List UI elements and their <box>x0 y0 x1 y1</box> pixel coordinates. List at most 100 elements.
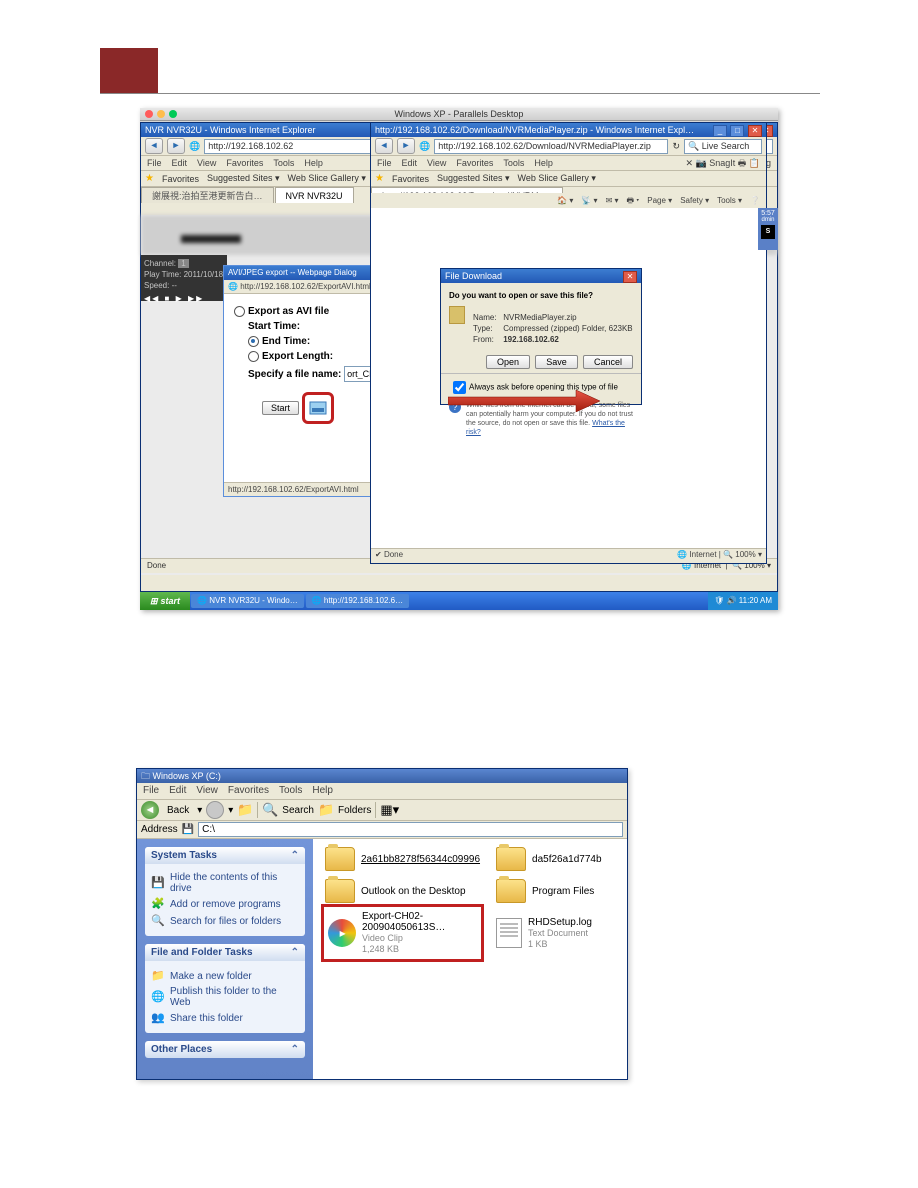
search-button[interactable]: Search <box>282 805 314 816</box>
address-label: Address <box>141 824 178 835</box>
menu-help[interactable]: Help <box>312 783 333 799</box>
export-video-file[interactable]: Export-CH02-200904050613S… Video Clip 1,… <box>321 904 484 962</box>
collapse-icon[interactable]: ⌃ <box>291 850 299 861</box>
save-button[interactable]: Save <box>535 355 578 369</box>
up-icon[interactable]: 📁↑ <box>237 802 253 818</box>
dl-titlebar: File Download ✕ <box>441 269 641 283</box>
menu-help[interactable]: Help <box>534 156 553 170</box>
start-label: Start Time: <box>248 321 300 332</box>
menu-file[interactable]: File <box>147 156 162 170</box>
folder-icon <box>325 879 355 903</box>
page-menu[interactable]: Page ▾ <box>647 193 672 208</box>
start-button[interactable]: Start <box>262 401 299 415</box>
collapse-icon[interactable]: ⌃ <box>291 947 299 958</box>
menu-tools[interactable]: Tools <box>273 156 294 170</box>
header-divider <box>100 93 820 94</box>
back-button[interactable]: ◄ <box>375 138 393 154</box>
menu-file[interactable]: File <box>377 156 392 170</box>
star-icon[interactable]: ★ <box>375 173 384 184</box>
suggested-sites-link[interactable]: Suggested Sites ▾ <box>207 173 280 184</box>
add-remove-link[interactable]: 🧩Add or remove programs <box>151 897 299 911</box>
dl-type: Compressed (zipped) Folder, 623KB <box>503 324 632 333</box>
safety-menu[interactable]: Safety ▾ <box>680 193 709 208</box>
menu-view[interactable]: View <box>197 156 216 170</box>
start-button[interactable]: ⊞ start <box>140 592 190 610</box>
menu-favorites[interactable]: Favorites <box>456 156 493 170</box>
maximize-icon[interactable]: □ <box>730 125 744 137</box>
folders-button[interactable]: Folders <box>338 805 371 816</box>
mac-titlebar: Windows XP - Parallels Desktop <box>140 108 778 121</box>
mac-minimize-icon[interactable] <box>157 110 165 118</box>
side-panel: System Tasks⌃ 💾Hide the contents of this… <box>137 839 313 1079</box>
mac-close-icon[interactable] <box>145 110 153 118</box>
zip-icon <box>449 306 465 324</box>
playback-controls[interactable]: ◀◀ ■ ▶ ▶▶ <box>144 293 224 304</box>
taskbar-item-2[interactable]: 🌐 http://192.168.102.6… <box>306 594 409 608</box>
menu-favorites[interactable]: Favorites <box>226 156 263 170</box>
menu-view[interactable]: View <box>196 783 218 799</box>
share-link[interactable]: 👥Share this folder <box>151 1011 299 1025</box>
minimize-icon[interactable]: _ <box>713 125 727 137</box>
menu-tools[interactable]: Tools <box>503 156 524 170</box>
playback-info: Channel: 1 Play Time: 2011/10/18 Speed: … <box>141 255 227 301</box>
ie2-titlebar: http://192.168.102.62/Download/NVRMediaP… <box>371 123 766 137</box>
web-slice-link[interactable]: Web Slice Gallery ▾ <box>518 173 596 184</box>
menu-file[interactable]: File <box>143 783 159 799</box>
views-icon[interactable]: ▦▾ <box>380 802 396 818</box>
mail-icon[interactable]: ✉ ▾ <box>606 193 619 208</box>
close-icon[interactable]: ✕ <box>748 125 762 137</box>
folder-item[interactable]: da5f26a1d774b <box>496 847 615 871</box>
menu-edit[interactable]: Edit <box>169 783 186 799</box>
radio-end[interactable] <box>248 336 259 347</box>
tab-2[interactable]: NVR NVR32U <box>275 187 354 203</box>
web-slice-link[interactable]: Web Slice Gallery ▾ <box>288 173 366 184</box>
media-player-icon[interactable] <box>302 392 334 424</box>
folder-item[interactable]: 2a61bb8278f56344c09996 <box>325 847 480 871</box>
system-tray[interactable]: 🛡 🔊 11:20 AM <box>708 592 778 610</box>
home-icon[interactable]: 🏠 ▾ <box>557 193 573 208</box>
menu-edit[interactable]: Edit <box>172 156 188 170</box>
collapse-icon[interactable]: ⌃ <box>291 1044 299 1055</box>
tab-1[interactable]: 謝展視:治拍至港更新告白… <box>141 187 274 203</box>
tools-menu[interactable]: Tools ▾ <box>717 193 742 208</box>
radio-length[interactable] <box>248 351 259 362</box>
system-tasks-panel: System Tasks⌃ 💾Hide the contents of this… <box>145 847 305 936</box>
folder-item[interactable]: Outlook on the Desktop <box>325 879 480 903</box>
forward-button[interactable] <box>206 801 224 819</box>
back-button[interactable]: ◄ <box>141 801 159 819</box>
search-input[interactable]: 🔍 Live Search <box>684 139 762 154</box>
print-icon[interactable]: 🖶 ▾ <box>627 193 640 208</box>
menu-tools[interactable]: Tools <box>279 783 302 799</box>
menu-help[interactable]: Help <box>304 156 323 170</box>
cancel-button[interactable]: Cancel <box>583 355 633 369</box>
log-file[interactable]: RHDSetup.log Text Document 1 KB <box>496 911 615 955</box>
page-marker <box>100 48 158 93</box>
open-button[interactable]: Open <box>486 355 530 369</box>
windows-logo-icon: ⊞ <box>150 596 158 607</box>
address-input[interactable] <box>198 822 623 837</box>
menu-view[interactable]: View <box>427 156 446 170</box>
suggested-sites-link[interactable]: Suggested Sites ▾ <box>437 173 510 184</box>
close-icon[interactable]: ✕ <box>623 271 637 283</box>
back-label[interactable]: Back <box>163 805 193 816</box>
radio-avi[interactable] <box>234 306 245 317</box>
star-icon[interactable]: ★ <box>145 173 154 184</box>
time-widget: 5:57 dmin S <box>758 208 778 250</box>
mac-zoom-icon[interactable] <box>169 110 177 118</box>
forward-button[interactable]: ► <box>397 138 415 154</box>
refresh-icon[interactable]: ↻ <box>672 141 680 152</box>
length-label: Export Length: <box>262 351 333 362</box>
menu-edit[interactable]: Edit <box>402 156 418 170</box>
forward-button[interactable]: ► <box>167 138 185 154</box>
feeds-icon[interactable]: 📡 ▾ <box>581 193 597 208</box>
new-folder-link[interactable]: 📁Make a new folder <box>151 969 299 983</box>
back-button[interactable]: ◄ <box>145 138 163 154</box>
menu-favorites[interactable]: Favorites <box>228 783 269 799</box>
hide-contents-link[interactable]: 💾Hide the contents of this drive <box>151 872 299 894</box>
folder-item[interactable]: Program Files <box>496 879 615 903</box>
search-files-link[interactable]: 🔍Search for files or folders <box>151 914 299 928</box>
publish-link[interactable]: 🌐Publish this folder to the Web <box>151 986 299 1008</box>
address-input[interactable]: http://192.168.102.62/Download/NVRMediaP… <box>434 139 668 154</box>
taskbar-item-1[interactable]: 🌐 NVR NVR32U - Windo… <box>191 594 304 608</box>
help-icon[interactable]: ❔ <box>750 193 760 208</box>
